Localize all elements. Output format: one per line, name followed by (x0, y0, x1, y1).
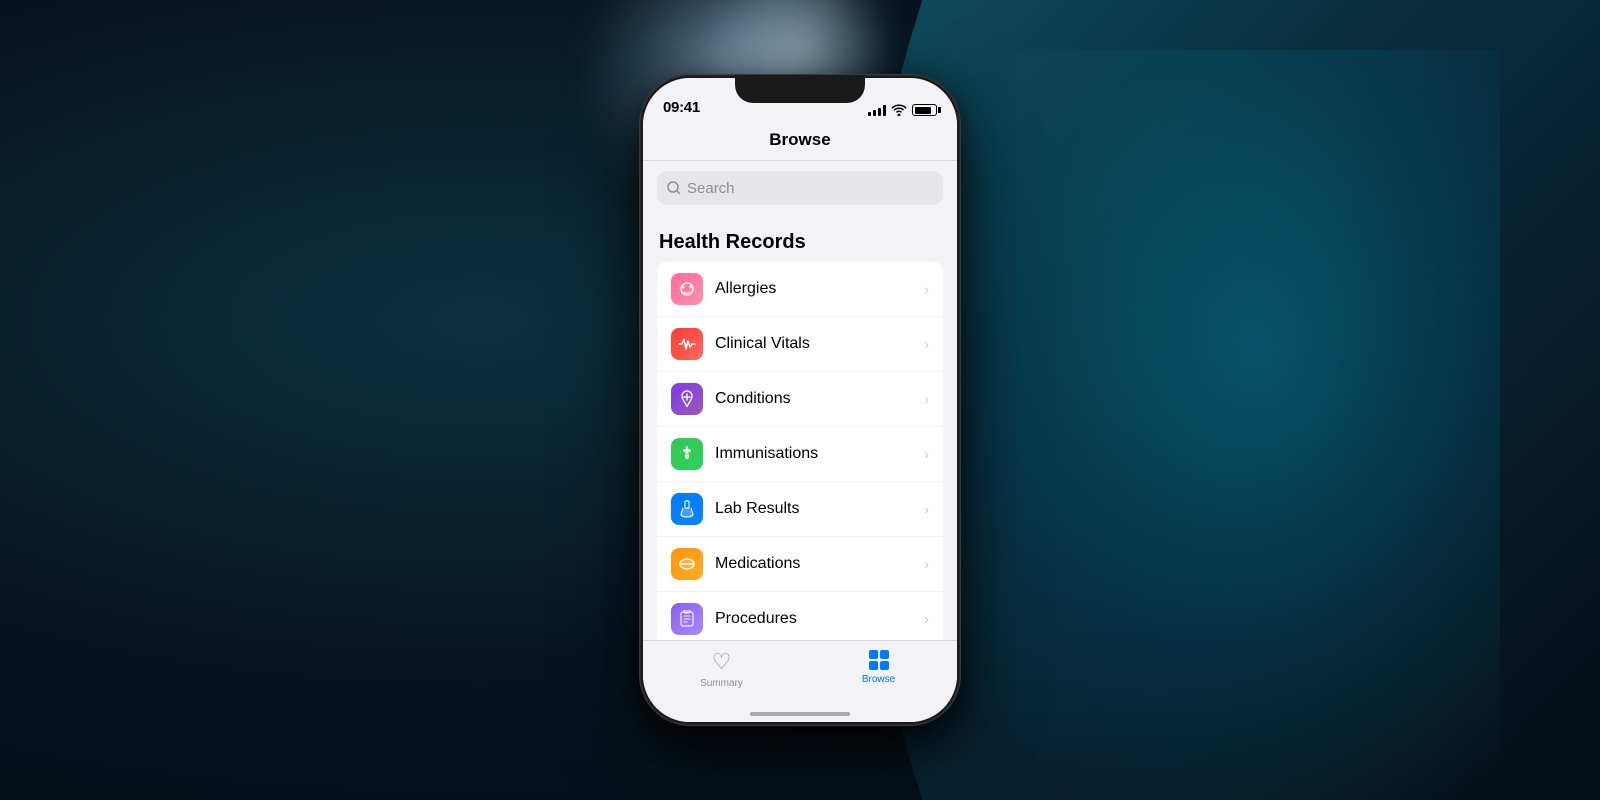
medications-icon (671, 548, 703, 580)
search-container: Search (643, 161, 957, 215)
lab-results-label: Lab Results (715, 500, 924, 518)
signal-bar-4 (883, 105, 886, 116)
status-time: 09:41 (663, 99, 700, 116)
vitals-label: Clinical Vitals (715, 335, 924, 353)
status-icons (868, 104, 937, 116)
browse-tab-icon (868, 649, 890, 671)
immunisations-chevron: › (924, 446, 929, 462)
signal-bar-2 (873, 110, 876, 116)
battery-icon (912, 104, 937, 116)
lab-icon (671, 493, 703, 525)
battery-fill (915, 107, 931, 114)
allergies-icon (671, 273, 703, 305)
vitals-chevron: › (924, 336, 929, 352)
allergies-label: Allergies (715, 280, 924, 298)
conditions-icon (671, 383, 703, 415)
list-item-immunisations[interactable]: Immunisations › (657, 427, 943, 482)
lab-results-chevron: › (924, 501, 929, 517)
allergies-chevron: › (924, 281, 929, 297)
list-item-clinical-vitals[interactable]: Clinical Vitals › (657, 317, 943, 372)
home-indicator (750, 712, 850, 716)
conditions-label: Conditions (715, 390, 924, 408)
summary-tab-label: Summary (700, 678, 743, 689)
tab-browse[interactable]: Browse (800, 649, 957, 685)
medications-label: Medications (715, 555, 924, 573)
browse-tab-label: Browse (862, 674, 895, 685)
procedures-icon (671, 603, 703, 635)
medications-chevron: › (924, 556, 929, 572)
summary-tab-icon: ♡ (712, 649, 732, 675)
section-title-health-records: Health Records (643, 231, 957, 262)
phone-screen: 09:41 (643, 78, 957, 722)
list-item-allergies[interactable]: Allergies › (657, 262, 943, 317)
search-bar[interactable]: Search (657, 171, 943, 205)
list-item-medications[interactable]: Medications › (657, 537, 943, 592)
tab-summary[interactable]: ♡ Summary (643, 649, 800, 689)
signal-icon (868, 105, 886, 116)
signal-bar-1 (868, 112, 871, 116)
scroll-area[interactable]: Health Records (643, 215, 957, 640)
vitals-icon (671, 328, 703, 360)
search-icon (667, 181, 681, 195)
list-item-conditions[interactable]: Conditions › (657, 372, 943, 427)
immunisations-label: Immunisations (715, 445, 924, 463)
procedures-chevron: › (924, 611, 929, 627)
signal-bar-3 (878, 108, 881, 116)
wifi-icon (891, 104, 907, 116)
screen-content: Browse Search Health Records (643, 122, 957, 722)
bg-teal-overlay (900, 50, 1500, 800)
tab-bar: ♡ Summary Browse (643, 640, 957, 722)
conditions-chevron: › (924, 391, 929, 407)
health-records-list: Allergies › Clinical Vitals › (657, 262, 943, 640)
phone-wrapper: 09:41 (640, 75, 960, 725)
search-placeholder-text: Search (687, 180, 735, 197)
phone-notch (735, 75, 865, 103)
immunisations-icon (671, 438, 703, 470)
list-item-lab-results[interactable]: Lab Results › (657, 482, 943, 537)
nav-title: Browse (643, 122, 957, 161)
list-item-procedures[interactable]: Procedures › (657, 592, 943, 640)
phone-device: 09:41 (640, 75, 960, 725)
procedures-label: Procedures (715, 610, 924, 628)
